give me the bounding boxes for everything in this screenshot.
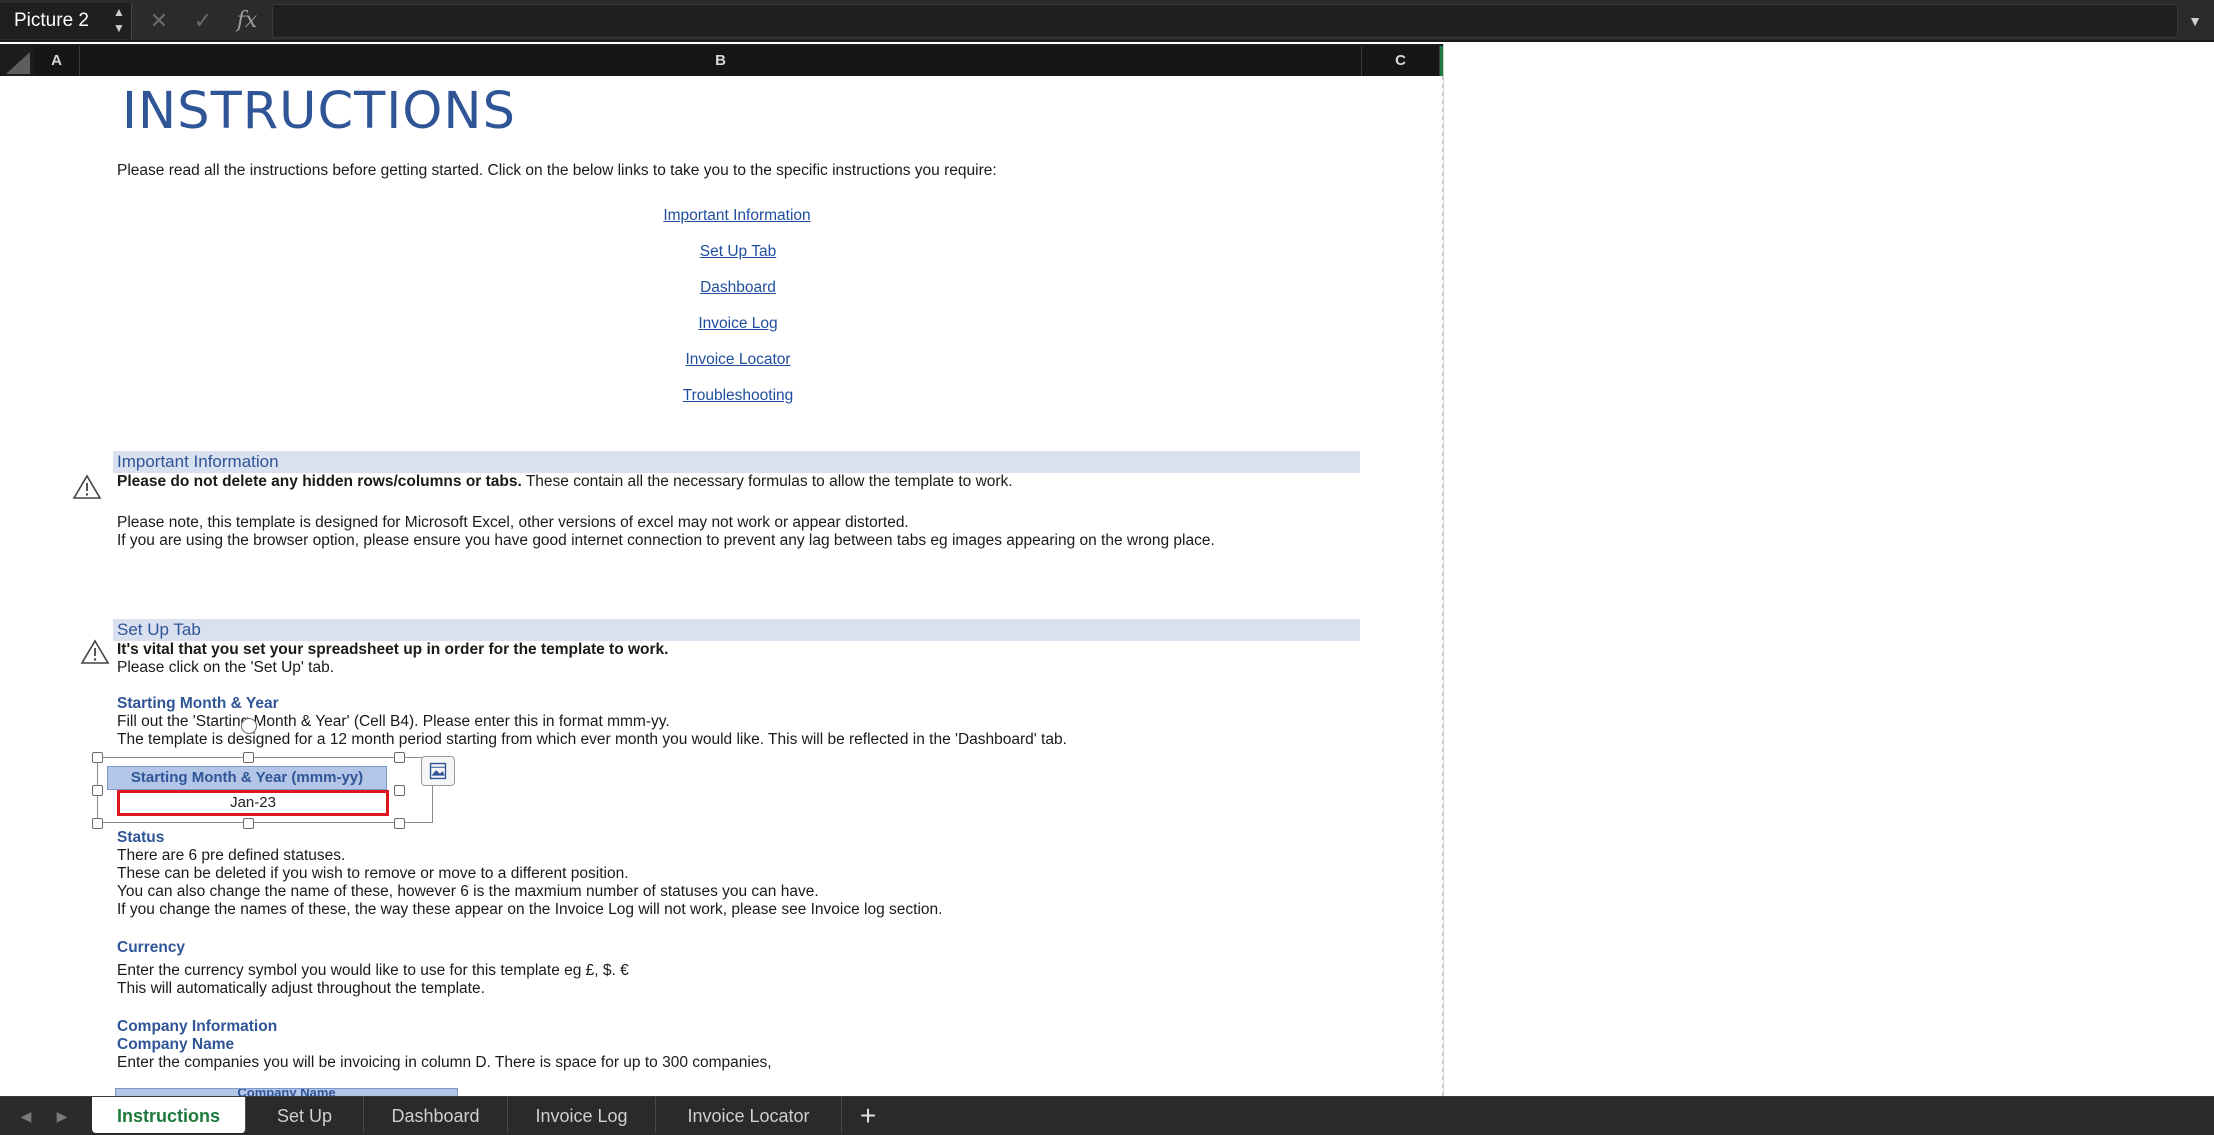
chevron-right-icon[interactable]: ▶ <box>52 1106 72 1126</box>
important-note-browser: If you are using the browser option, ple… <box>117 532 1215 549</box>
enter-check-icon[interactable]: ✓ <box>188 6 218 36</box>
intro-text: Please read all the instructions before … <box>117 162 997 179</box>
subheading-company-information: Company Information <box>117 1018 278 1035</box>
subheading-status: Status <box>117 829 165 846</box>
resize-handle[interactable] <box>394 752 405 763</box>
status-text-1: There are 6 pre defined statuses. <box>117 847 346 864</box>
section-heading-important: Important Information <box>117 452 279 471</box>
important-warning: Please do not delete any hidden rows/col… <box>117 473 1013 491</box>
excel-window: Picture 2 ▲▼ ✕ ✓ fx ▼ A B C 1 2 3 4 5 6 … <box>0 0 2214 1135</box>
page-title: INSTRUCTIONS <box>122 82 516 141</box>
setup-vital-text: It's vital that you set your spreadsheet… <box>117 641 669 658</box>
currency-text-2: This will automatically adjust throughou… <box>117 980 485 997</box>
column-header-c[interactable]: C <box>1362 46 1440 76</box>
resize-handle[interactable] <box>394 818 405 829</box>
resize-handle[interactable] <box>243 752 254 763</box>
cancel-icon[interactable]: ✕ <box>144 6 174 36</box>
important-note-excel: Please note, this template is designed f… <box>117 514 909 531</box>
resize-handle[interactable] <box>92 785 103 796</box>
worksheet[interactable]: INSTRUCTIONS Please read all the instruc… <box>0 76 1443 1096</box>
tab-dashboard[interactable]: Dashboard <box>364 1097 508 1133</box>
company-text-1: Enter the companies you will be invoicin… <box>117 1054 772 1071</box>
column-header-a[interactable]: A <box>34 46 80 76</box>
subheading-company-name: Company Name <box>117 1036 235 1053</box>
chevron-left-icon[interactable]: ◀ <box>16 1106 36 1126</box>
resize-handle[interactable] <box>92 752 103 763</box>
status-text-3: You can also change the name of these, h… <box>117 883 819 900</box>
empty-sheet-area[interactable] <box>1443 44 2214 1096</box>
starting-month-text-2: The template is designed for a 12 month … <box>117 731 1067 748</box>
section-heading-setup: Set Up Tab <box>117 620 201 639</box>
status-text-4: If you change the names of these, the wa… <box>117 901 943 918</box>
resize-handle[interactable] <box>243 818 254 829</box>
important-warning-bold: Please do not delete any hidden rows/col… <box>117 473 522 490</box>
warning-icon <box>80 639 110 664</box>
currency-text-1: Enter the currency symbol you would like… <box>117 962 629 979</box>
formula-bar: Picture 2 ▲ ▼ ✕ ✓ fx ▼ <box>0 0 2214 42</box>
resize-handle[interactable] <box>394 785 405 796</box>
important-warning-rest: These contain all the necessary formulas… <box>521 473 1013 490</box>
setup-click-text: Please click on the 'Set Up' tab. <box>117 659 335 676</box>
column-header-b[interactable]: B <box>80 46 1362 76</box>
link-set-up-tab[interactable]: Set Up Tab <box>700 243 776 261</box>
chevron-down-icon[interactable]: ▼ <box>2180 6 2210 36</box>
link-troubleshooting[interactable]: Troubleshooting <box>683 387 794 405</box>
page-break-line <box>1442 76 1443 1096</box>
rotate-handle-icon[interactable] <box>241 718 257 734</box>
name-box-spinner-icon[interactable]: ▲ ▼ <box>110 4 128 38</box>
section-band-setup <box>113 619 1360 641</box>
resize-handle[interactable] <box>92 818 103 829</box>
status-text-2: These can be deleted if you wish to remo… <box>117 865 629 882</box>
subheading-currency: Currency <box>117 939 186 956</box>
tab-invoice-log[interactable]: Invoice Log <box>508 1097 656 1133</box>
picture-header-cell: Starting Month & Year (mmm-yy) <box>107 766 387 790</box>
section-band-important <box>113 451 1360 473</box>
formula-input[interactable] <box>272 4 2178 38</box>
link-dashboard[interactable]: Dashboard <box>700 279 776 297</box>
starting-month-text-1: Fill out the 'Starting Month & Year' (Ce… <box>117 713 670 730</box>
add-sheet-button[interactable]: + <box>848 1100 888 1132</box>
insert-function-icon[interactable]: fx <box>232 6 262 36</box>
tab-instructions[interactable]: Instructions <box>92 1097 246 1133</box>
link-invoice-log[interactable]: Invoice Log <box>698 315 777 333</box>
company-name-picture-partial: Company Name <box>115 1088 458 1096</box>
warning-icon <box>72 474 102 499</box>
picture-layout-options-icon[interactable] <box>421 756 455 786</box>
picture-value-cell: Jan-23 <box>117 790 389 816</box>
tab-set-up[interactable]: Set Up <box>246 1097 364 1133</box>
link-invoice-locator[interactable]: Invoice Locator <box>685 351 790 369</box>
subheading-starting-month: Starting Month & Year <box>117 695 279 712</box>
tab-invoice-locator[interactable]: Invoice Locator <box>656 1097 842 1133</box>
link-important-information[interactable]: Important Information <box>663 207 810 225</box>
select-all-icon <box>6 52 30 74</box>
